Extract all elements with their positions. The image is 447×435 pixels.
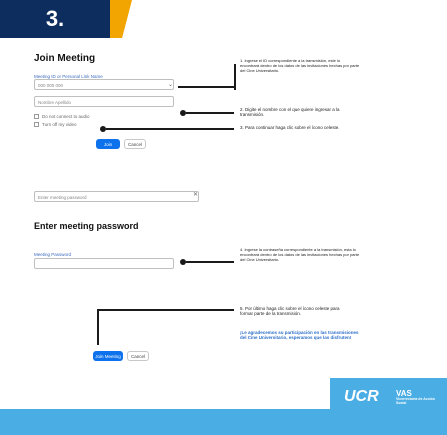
audio-checkbox-label: Do not connect to audio bbox=[42, 114, 90, 119]
callout-line-3 bbox=[106, 128, 234, 130]
join-button[interactable]: Join bbox=[96, 139, 120, 149]
step-number: 3. bbox=[45, 6, 65, 31]
join-meeting-title: Join Meeting bbox=[34, 53, 96, 64]
password-title: Enter meeting password bbox=[34, 221, 139, 231]
note-5: 5. Por último haga clic sobre el ícono c… bbox=[240, 306, 340, 317]
close-icon[interactable]: ✕ bbox=[193, 191, 198, 198]
meeting-id-input[interactable]: 000 000 000 bbox=[34, 79, 174, 90]
callout-line-1-arm bbox=[178, 86, 234, 88]
cancel-button[interactable]: Cancel bbox=[124, 139, 146, 149]
note-4: 4. Ingrese la contraseña correspondiente… bbox=[240, 247, 360, 262]
callout-line-2 bbox=[186, 112, 234, 114]
step-badge-accent bbox=[110, 0, 132, 38]
name-input[interactable]: Nombre Apellido bbox=[34, 96, 174, 107]
callout-line-5-v bbox=[97, 309, 99, 345]
video-checkbox-label: Turn off my video bbox=[42, 122, 77, 127]
audio-checkbox[interactable] bbox=[34, 114, 39, 119]
header-field: Enter meeting password bbox=[34, 191, 199, 202]
password-input[interactable] bbox=[34, 258, 174, 269]
chevron-down-icon[interactable]: ⌄ bbox=[168, 81, 173, 88]
callout-line-4 bbox=[186, 261, 234, 263]
vas-line2: Vicerrectoría de Acción Social bbox=[396, 397, 435, 406]
ucr-logo: UCR bbox=[344, 388, 379, 405]
vas-logo: VAS Vicerrectoría de Acción Social bbox=[396, 389, 440, 406]
note-3: 3. Para continuar haga clic sobre el íco… bbox=[240, 125, 340, 130]
note-1: 1. Ingrese el ID correspondiente a la tr… bbox=[240, 58, 360, 73]
footer-band bbox=[0, 409, 447, 435]
join-meeting-button[interactable]: Join Meeting bbox=[93, 351, 123, 361]
note-2: 2. Digite el nombre con el que quiere in… bbox=[240, 107, 340, 118]
password-cancel-button[interactable]: Cancel bbox=[127, 351, 149, 361]
password-label: Meeting Password bbox=[34, 252, 72, 257]
callout-line-1 bbox=[234, 64, 236, 90]
video-checkbox[interactable] bbox=[34, 122, 39, 127]
password-dialog bbox=[32, 165, 200, 265]
thanks-note: ¡Le agradecemos su participación en las … bbox=[240, 330, 359, 341]
callout-line-5-h bbox=[97, 309, 234, 311]
